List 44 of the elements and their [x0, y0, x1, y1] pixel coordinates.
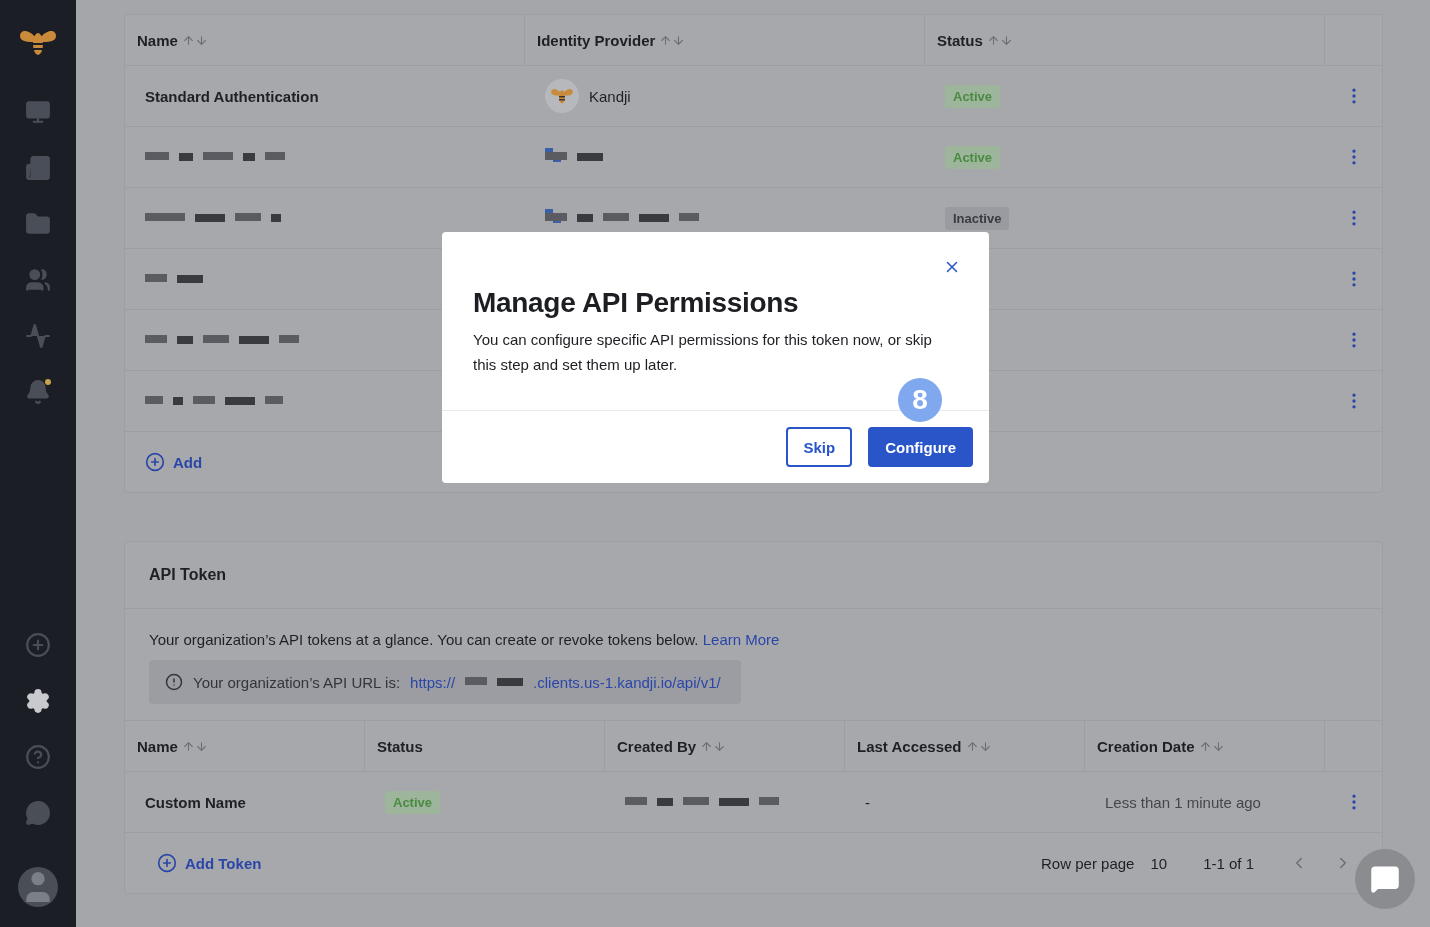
- table-cell: Custom Name: [145, 793, 246, 811]
- step-badge: 8: [898, 378, 942, 422]
- rows-per-page-label: Row per page: [1041, 854, 1135, 872]
- column-header[interactable]: Name: [125, 721, 365, 771]
- page-range: 1-1 of 1: [1203, 854, 1254, 872]
- table-cell: -: [865, 793, 870, 811]
- info-icon: [165, 673, 183, 691]
- column-header[interactable]: Created By: [605, 721, 845, 771]
- status-badge: Active: [945, 84, 1001, 108]
- bee-logo-icon: [550, 86, 574, 106]
- sort-icon: [700, 739, 727, 753]
- sort-icon: [965, 739, 992, 753]
- status-badge: Active: [385, 790, 441, 814]
- column-header[interactable]: Last Accessed: [845, 721, 1085, 771]
- avatar-icon[interactable]: [18, 867, 58, 907]
- configure-button[interactable]: Configure: [868, 427, 973, 467]
- sort-icon: [181, 739, 208, 753]
- learn-more-link[interactable]: Learn More: [702, 631, 780, 648]
- table-cell: Standard Authentication: [145, 87, 319, 105]
- plus-icon: [157, 853, 177, 873]
- add-button[interactable]: Add: [145, 452, 203, 472]
- rows-per-page-select[interactable]: 10: [1150, 854, 1168, 872]
- plus-icon: [145, 452, 165, 472]
- add-token-button[interactable]: Add Token: [157, 853, 262, 873]
- sort-icon: [986, 33, 1013, 47]
- status-badge: Active: [945, 145, 1001, 169]
- sort-icon: [181, 33, 208, 47]
- chat-bubble-icon: [1370, 864, 1400, 894]
- column-header[interactable]: Status: [365, 721, 605, 771]
- status-badge: Inactive: [945, 206, 1010, 230]
- intro-text: Your organization’s API tokens at a glance. You can create or revoke tokens below. Learn More: [149, 631, 781, 648]
- column-header[interactable]: Identity Provider: [525, 15, 925, 65]
- url-label: Your organization’s API URL is:: [193, 673, 401, 691]
- dialog-title: Manage API Permissions: [473, 287, 800, 319]
- skip-button[interactable]: Skip: [786, 427, 853, 467]
- table-cell: Kandji: [589, 87, 631, 105]
- column-header[interactable]: Status: [925, 15, 1325, 65]
- card-title: API Token: [125, 542, 1382, 609]
- column-header[interactable]: Name: [125, 15, 525, 65]
- dialog-text: You can configure specific API permissions for this token now, or skip this step and set them up later.: [473, 330, 933, 375]
- sort-icon: [1198, 739, 1225, 753]
- sort-icon: [659, 33, 686, 47]
- column-header[interactable]: Creation Date: [1085, 721, 1325, 771]
- table-cell: Less than 1 minute ago: [1105, 793, 1261, 811]
